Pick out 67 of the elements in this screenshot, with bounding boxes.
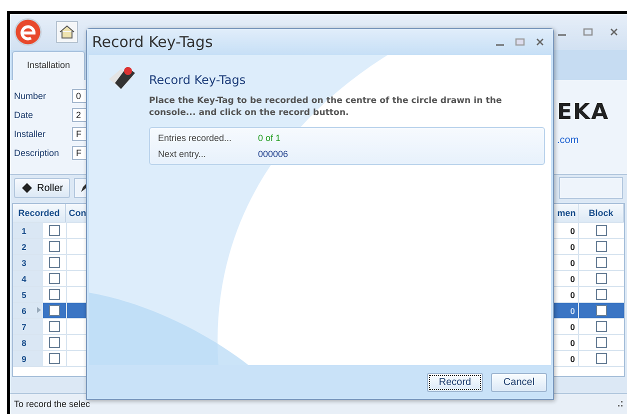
row-number: 2 xyxy=(13,239,43,254)
resize-grip-icon[interactable] xyxy=(615,401,623,407)
field-label: Installer xyxy=(14,128,47,138)
row-pointer-icon xyxy=(37,307,41,313)
dialog-button[interactable]: Record xyxy=(427,372,483,392)
info-label: Next entry... xyxy=(158,149,207,159)
table-cell: 0 xyxy=(570,338,575,348)
field-label: Description xyxy=(14,148,60,158)
tab[interactable]: Installation xyxy=(12,51,86,80)
checkbox[interactable] xyxy=(596,353,607,364)
table-cell: 0 xyxy=(570,306,575,316)
checkbox[interactable] xyxy=(49,225,60,236)
checkbox[interactable] xyxy=(596,337,607,348)
column-header[interactable]: Block xyxy=(579,204,624,222)
dialog-button[interactable]: Cancel xyxy=(491,372,547,392)
toolbar-panel xyxy=(559,177,623,199)
checkbox[interactable] xyxy=(49,353,60,364)
checkbox[interactable] xyxy=(49,289,60,300)
checkbox[interactable] xyxy=(596,225,607,236)
checkbox[interactable] xyxy=(596,241,607,252)
row-number: 7 xyxy=(13,319,43,334)
status-text: To record the selec xyxy=(14,399,90,409)
table-cell: 0 xyxy=(570,354,575,364)
table-cell: 0 xyxy=(570,226,575,236)
checkbox[interactable] xyxy=(596,257,607,268)
checkbox[interactable] xyxy=(596,289,607,300)
close-icon[interactable] xyxy=(609,27,619,37)
table-cell: 0 xyxy=(570,322,575,332)
info-value: 000006 xyxy=(258,149,288,159)
field-label: Number xyxy=(14,90,48,100)
row-number: 5 xyxy=(13,287,43,302)
dialog-heading: Record Key-Tags xyxy=(149,73,247,87)
checkbox[interactable] xyxy=(596,273,607,284)
checkbox[interactable] xyxy=(49,337,60,348)
window-title: Record Key-Tags xyxy=(92,33,213,51)
checkbox[interactable] xyxy=(49,321,60,332)
table-cell: 0 xyxy=(570,258,575,268)
brand-logo: EKA xyxy=(557,100,610,125)
checkbox[interactable] xyxy=(49,241,60,252)
row-number: 1 xyxy=(13,223,43,238)
checkbox[interactable] xyxy=(49,273,60,284)
column-header[interactable]: Recorded xyxy=(13,204,66,222)
roller-button[interactable]: Roller xyxy=(14,178,70,198)
house-icon[interactable] xyxy=(56,21,78,43)
app-logo-icon[interactable] xyxy=(14,18,42,46)
close-icon[interactable] xyxy=(535,37,545,47)
row-number: 9 xyxy=(13,351,43,366)
checkbox[interactable] xyxy=(596,305,607,316)
checkbox[interactable] xyxy=(49,305,60,316)
table-cell: 0 xyxy=(570,274,575,284)
row-number: 6 xyxy=(13,303,43,318)
checkbox[interactable] xyxy=(49,257,60,268)
info-value: 0 of 1 xyxy=(258,133,281,143)
info-label: Entries recorded... xyxy=(158,133,233,143)
maximize-icon[interactable] xyxy=(515,37,525,47)
row-number: 3 xyxy=(13,255,43,270)
row-number: 4 xyxy=(13,271,43,286)
row-number: 8 xyxy=(13,335,43,350)
field-label: Date xyxy=(14,110,34,120)
key-tag-icon xyxy=(21,182,33,194)
column-header[interactable]: men xyxy=(555,204,579,222)
table-cell: 0 xyxy=(570,242,575,252)
instruction-text: Place the Key-Tag to be recorded on the centre of the circle drawn in the console... and click on the record button. xyxy=(149,95,503,119)
table-cell: 0 xyxy=(570,290,575,300)
website-link[interactable]: .com xyxy=(557,135,627,146)
checkbox[interactable] xyxy=(596,321,607,332)
maximize-icon[interactable] xyxy=(583,27,593,37)
